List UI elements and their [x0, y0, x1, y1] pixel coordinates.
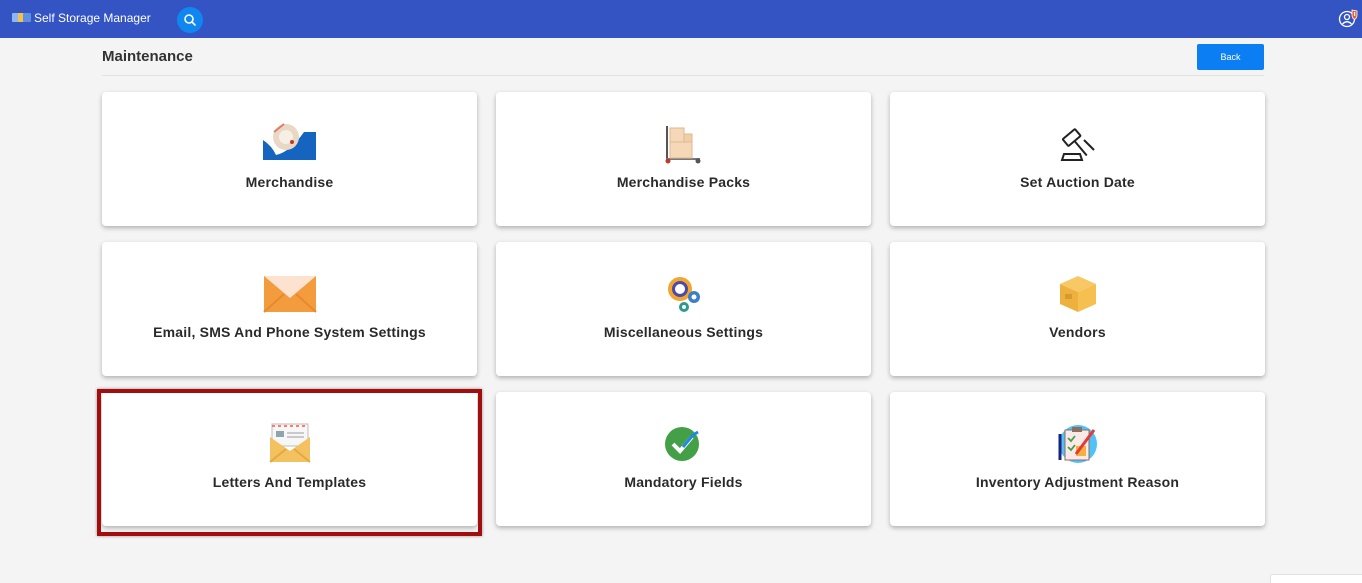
tape-roll-icon	[262, 122, 318, 162]
card-label: Miscellaneous Settings	[603, 324, 764, 340]
card-set-auction-date[interactable]: Set Auction Date	[890, 92, 1265, 226]
open-letter-icon	[262, 423, 318, 463]
card-label: Set Auction Date	[1020, 174, 1135, 190]
card-inventory-adjustment-reason[interactable]: Inventory Adjustment Reason	[890, 392, 1265, 526]
checkmark-circle-icon	[656, 425, 712, 465]
card-vendors[interactable]: Vendors	[890, 242, 1265, 376]
corner-widget	[1270, 574, 1362, 583]
card-label: Letters And Templates	[212, 474, 367, 490]
gears-icon	[656, 274, 712, 314]
back-button[interactable]: Back	[1197, 44, 1264, 70]
page-header: Maintenance Back	[102, 44, 1264, 76]
page-title: Maintenance	[102, 48, 193, 65]
card-label: Inventory Adjustment Reason	[975, 474, 1180, 490]
card-miscellaneous-settings[interactable]: Miscellaneous Settings	[496, 242, 871, 376]
clipboard-pencil-icon	[1050, 424, 1106, 464]
card-mandatory-fields[interactable]: Mandatory Fields	[496, 392, 871, 526]
card-label: Merchandise	[245, 174, 334, 190]
search-button[interactable]	[177, 7, 203, 33]
card-email-sms-phone-settings[interactable]: Email, SMS And Phone System Settings	[102, 242, 477, 376]
app-logo-link[interactable]: Self Storage Manager	[12, 10, 151, 26]
top-navigation-bar: Self Storage Manager	[0, 0, 1362, 38]
card-merchandise[interactable]: Merchandise	[102, 92, 477, 226]
hand-truck-boxes-icon	[656, 124, 712, 164]
user-profile-button[interactable]	[1338, 8, 1360, 30]
app-logo-icon	[12, 10, 32, 26]
card-letters-and-templates[interactable]: Letters And Templates	[102, 392, 477, 526]
card-label: Email, SMS And Phone System Settings	[153, 324, 426, 340]
user-shield-icon	[1338, 9, 1358, 28]
gavel-icon	[1050, 124, 1106, 164]
card-label: Merchandise Packs	[616, 174, 751, 190]
app-title: Self Storage Manager	[34, 11, 151, 25]
card-label: Vendors	[1049, 324, 1106, 340]
card-merchandise-packs[interactable]: Merchandise Packs	[496, 92, 871, 226]
search-icon	[184, 14, 196, 26]
envelope-icon	[262, 274, 318, 314]
card-label: Mandatory Fields	[624, 474, 743, 490]
box-icon	[1050, 274, 1106, 314]
